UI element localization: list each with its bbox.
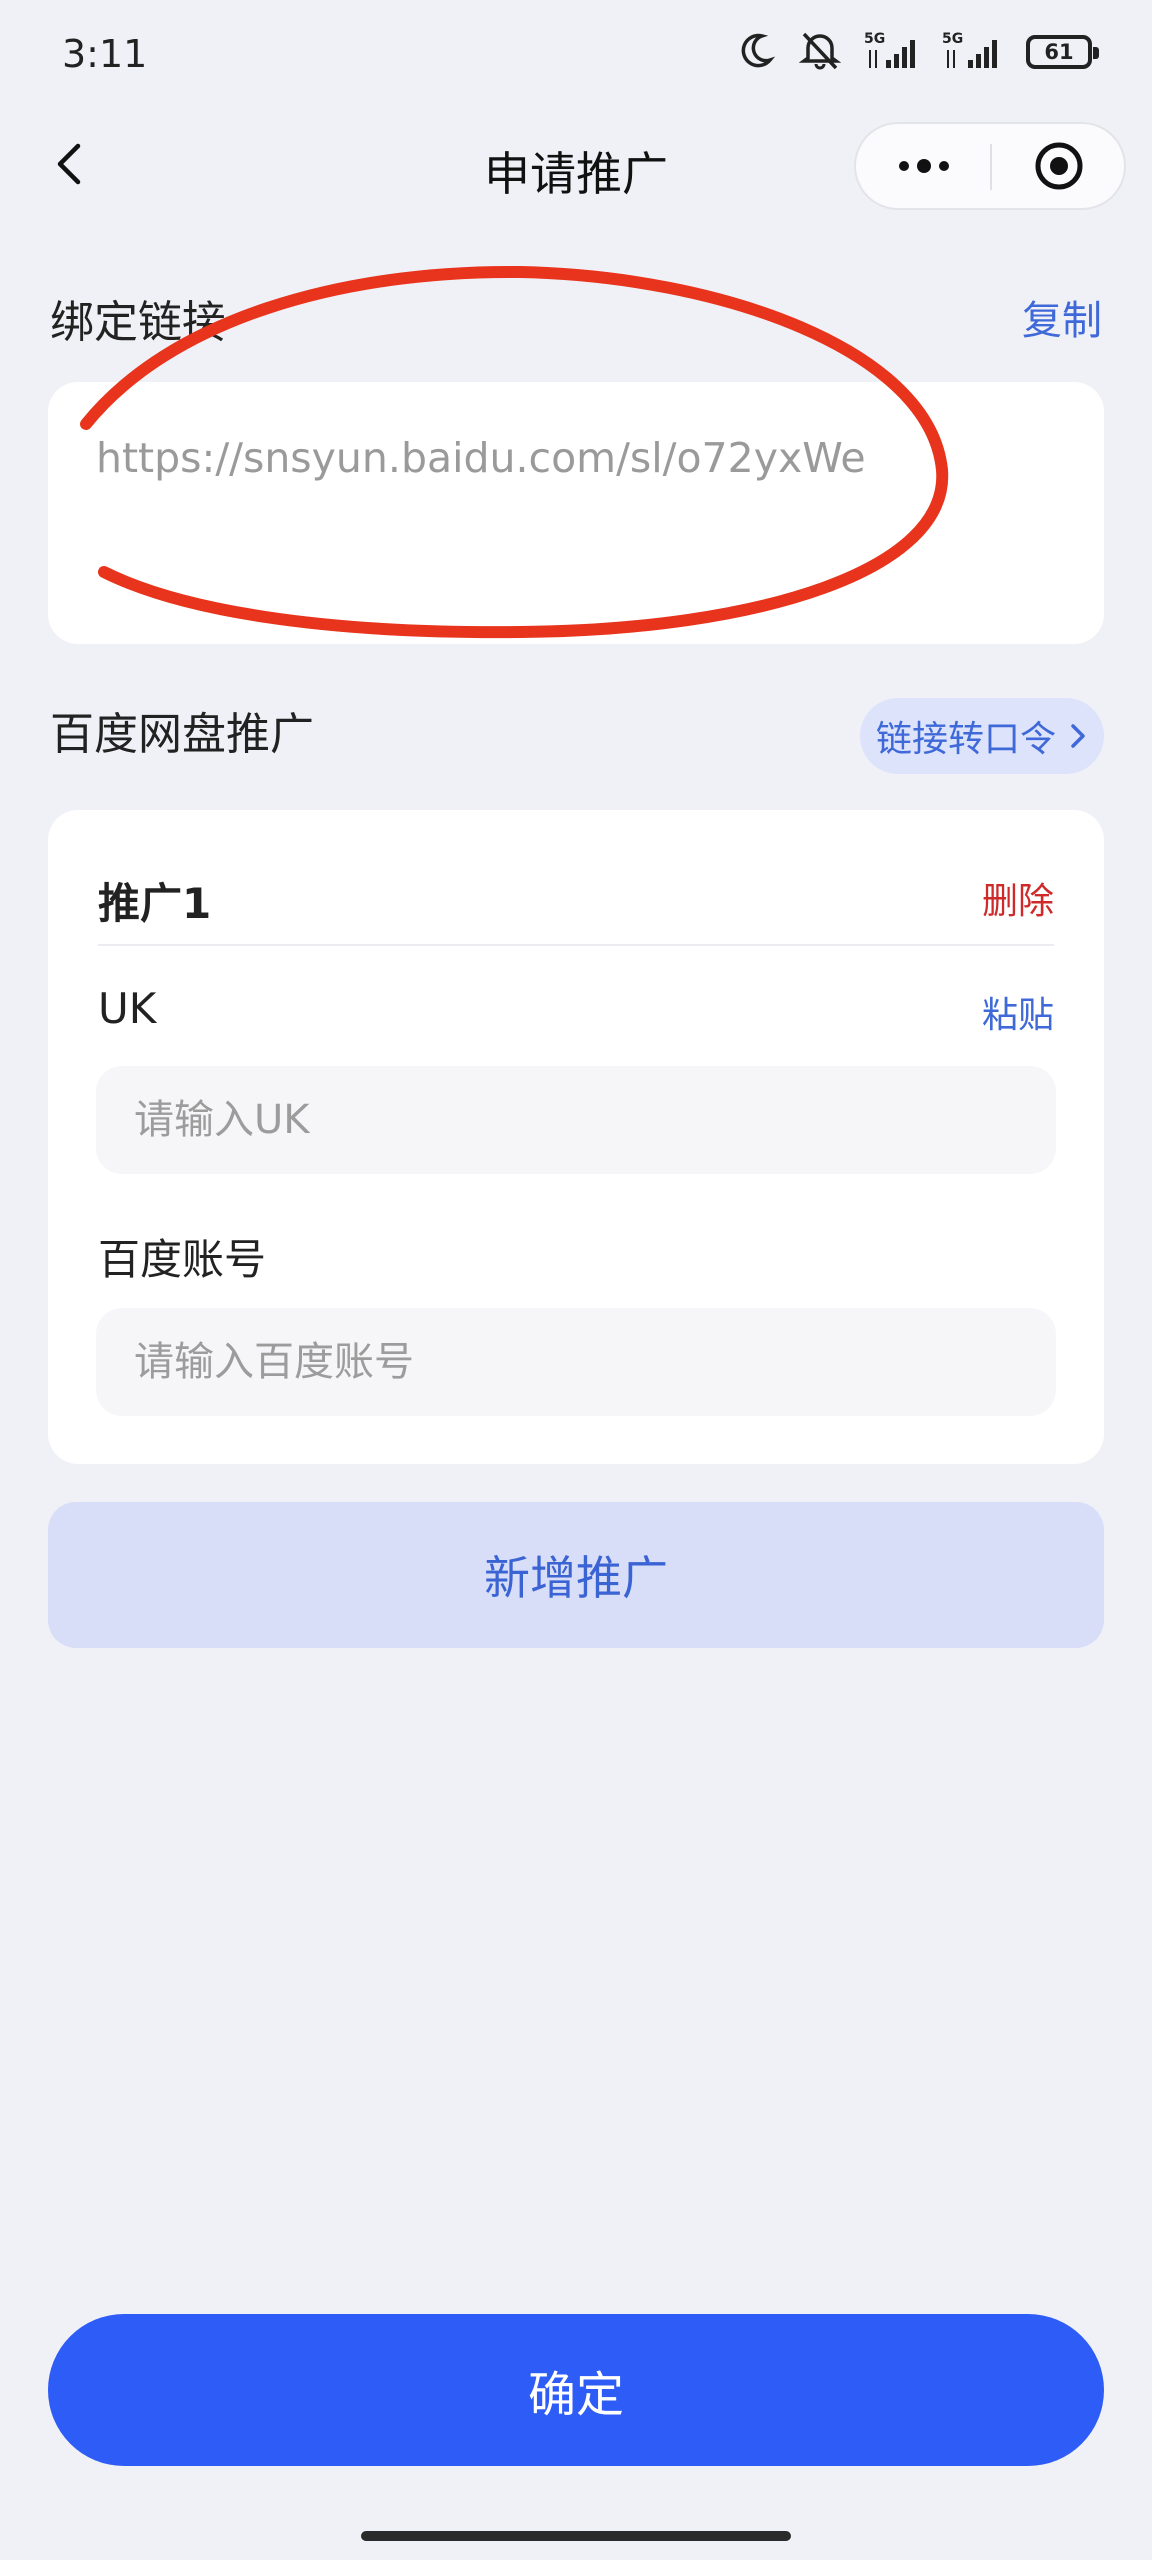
copy-button[interactable]: 复制 [1022, 288, 1102, 346]
status-time: 3:11 [62, 32, 148, 76]
more-dots-icon [898, 159, 949, 173]
bind-link-url[interactable]: https://snsyun.baidu.com/sl/o72yxWe [96, 434, 866, 482]
add-promotion-button[interactable]: 新增推广 [48, 1502, 1104, 1648]
page: 3:11 5G 5G 61 申请推广 绑定链接 复制 https://snsyu… [0, 0, 1152, 2560]
confirm-button[interactable]: 确定 [48, 2314, 1104, 2466]
network-label-1: 5G [864, 31, 885, 47]
bind-link-card: https://snsyun.baidu.com/sl/o72yxWe [48, 382, 1104, 644]
promo-item-title: 推广1 [98, 879, 212, 928]
bind-link-title: 绑定链接 [50, 297, 226, 348]
promo-section-title: 百度网盘推广 [50, 709, 314, 760]
convert-link-label: 链接转口令 [875, 719, 1056, 760]
moon-icon [736, 30, 776, 74]
status-icons: 5G 5G 61 [736, 30, 1099, 74]
signal-icon: 5G [942, 30, 1004, 74]
chevron-right-icon [1071, 724, 1085, 748]
more-button[interactable] [856, 124, 991, 208]
target-circle-icon [1035, 142, 1083, 190]
signal-icon: 5G [864, 30, 920, 74]
battery-level: 61 [1044, 40, 1074, 64]
delete-button[interactable]: 删除 [982, 872, 1054, 924]
close-mini-program-button[interactable] [992, 124, 1126, 208]
uk-input[interactable] [96, 1066, 1056, 1174]
nav-bar: 申请推广 [0, 112, 1152, 222]
battery-icon: 61 [1026, 35, 1099, 69]
mini-program-capsule [854, 122, 1126, 210]
bell-muted-icon [798, 30, 842, 74]
network-label-2: 5G [942, 31, 963, 47]
divider [98, 944, 1054, 946]
baidu-account-label: 百度账号 [98, 1235, 267, 1284]
convert-link-button[interactable]: 链接转口令 [860, 698, 1104, 774]
promo-item-card: 推广1 删除 UK 粘贴 百度账号 [48, 810, 1104, 1464]
home-indicator[interactable] [361, 2531, 791, 2541]
uk-label: UK [98, 984, 157, 1033]
status-bar: 3:11 5G 5G 61 [0, 0, 1152, 112]
paste-button[interactable]: 粘贴 [982, 986, 1054, 1038]
baidu-account-input[interactable] [96, 1308, 1056, 1416]
